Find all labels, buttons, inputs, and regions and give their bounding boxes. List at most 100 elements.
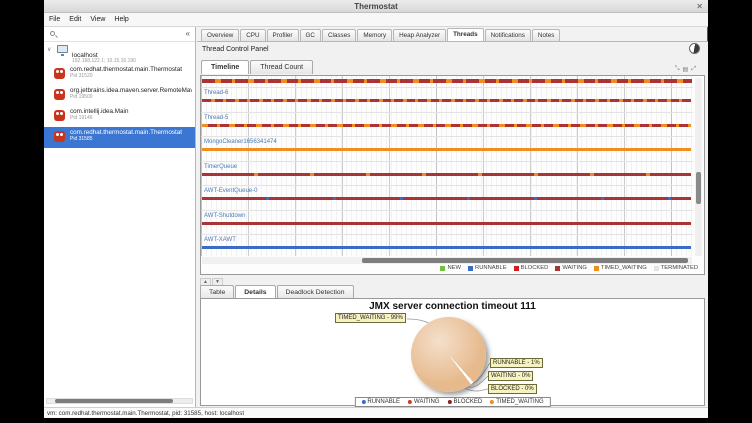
- callout-blocked: BLOCKED - 0%: [488, 384, 537, 394]
- thread-row: Thread-6: [201, 87, 693, 111]
- legend-item: WAITING: [555, 265, 587, 271]
- legend-swatch-blocked: [514, 266, 519, 271]
- tree-item-host[interactable]: ∨ localhost: [44, 43, 195, 59]
- title-bar[interactable]: Thermostat ✕: [44, 0, 708, 13]
- thread-state-pie-chart: [411, 317, 486, 392]
- tab-classes[interactable]: Classes: [322, 29, 356, 41]
- thread-subtabs: Timeline Thread Count: [201, 60, 313, 74]
- search-icon: [50, 31, 55, 36]
- scrollbar-thumb[interactable]: [362, 258, 688, 263]
- timeline-horizontal-scrollbar[interactable]: [202, 257, 692, 264]
- host-icon: [57, 45, 68, 53]
- timeline-grid: Thread-6 Thread-5 MongoCleaner1656341474…: [201, 76, 693, 256]
- legend-item: BLOCKED: [514, 265, 549, 271]
- thread-row: TimerQueue: [201, 161, 693, 185]
- thread-name-link[interactable]: AWT-XAWT: [204, 237, 236, 243]
- legend-dot-runnable: [361, 400, 365, 404]
- thread-timeline-chart[interactable]: Thread-6 Thread-5 MongoCleaner1656341474…: [200, 75, 705, 275]
- tab-memory[interactable]: Memory: [357, 29, 392, 41]
- vm-name: com.intellij.idea.Main: [70, 108, 192, 115]
- menu-help[interactable]: Help: [114, 16, 128, 23]
- thread-state-line: [202, 124, 691, 127]
- tab-overview[interactable]: Overview: [201, 29, 239, 41]
- menu-view[interactable]: View: [90, 16, 105, 23]
- legend-dot-waiting: [408, 400, 412, 404]
- tab-heap-analyzer[interactable]: Heap Analyzer: [393, 29, 446, 41]
- tab-threads[interactable]: Threads: [447, 28, 484, 41]
- subtab-timeline[interactable]: Timeline: [201, 60, 249, 74]
- tree-item-vm[interactable]: com.redhat.thermostat.main.Thermostat Pi…: [44, 64, 195, 85]
- legend-item: TIMED_WAITING: [490, 399, 543, 405]
- vm-name: com.redhat.thermostat.main.Thermostat: [70, 129, 192, 136]
- threads-panel: Thread Control Panel Timeline Thread Cou…: [197, 41, 708, 407]
- tab-notifications[interactable]: Notifications: [485, 29, 531, 41]
- subtab-thread-count[interactable]: Thread Count: [250, 60, 313, 74]
- timeline-vertical-scrollbar[interactable]: [695, 78, 702, 256]
- vm-pid: Pid 31520: [70, 73, 195, 79]
- legend-dot-blocked: [448, 400, 452, 404]
- timeline-toolbar: ⤡ ▤ ⤢: [675, 66, 696, 73]
- thread-name-link[interactable]: AWT-Shutdown: [204, 213, 245, 219]
- vm-icon: [54, 68, 65, 79]
- scrollbar-thumb[interactable]: [696, 172, 701, 204]
- tab-table[interactable]: Table: [200, 285, 234, 299]
- collapse-sidebar-icon[interactable]: «: [186, 29, 190, 38]
- callout-runnable: RUNNABLE - 1%: [490, 358, 543, 368]
- legend-dot-timed-waiting: [490, 400, 494, 404]
- thread-state-line: [202, 197, 691, 200]
- callout-waiting: WAITING - 0%: [488, 371, 533, 381]
- thread-row: MongoCleaner1656341474: [201, 136, 693, 160]
- menu-file[interactable]: File: [49, 16, 60, 23]
- vm-name: com.redhat.thermostat.main.Thermostat: [70, 66, 192, 73]
- scrollbar-thumb[interactable]: [55, 399, 173, 403]
- host-vm-tree-panel: « ∨ localhost 192.168.122.1; 10.15.16.19…: [44, 27, 196, 407]
- host-name: localhost: [72, 52, 98, 59]
- close-icon[interactable]: ✕: [696, 2, 703, 11]
- monitor-toggle-icon[interactable]: [689, 43, 700, 54]
- thread-state-line: [202, 246, 691, 249]
- thread-name-link[interactable]: TimerQueue: [204, 164, 237, 170]
- host-vm-tree: ∨ localhost 192.168.122.1; 10.15.16.190 …: [44, 43, 195, 148]
- tab-deadlock-detection[interactable]: Deadlock Detection: [277, 285, 354, 299]
- tree-item-vm[interactable]: com.intellij.idea.Main Pid 19146: [44, 106, 195, 127]
- thermostat-window: Thermostat ✕ File Edit View Help « ∨ loc…: [44, 0, 708, 418]
- legend-item: TERMINATED: [654, 265, 698, 271]
- thread-row: AWT-EventQueue-0: [201, 185, 693, 209]
- tab-details[interactable]: Details: [235, 285, 275, 299]
- thread-name-link[interactable]: AWT-EventQueue-0: [204, 188, 257, 194]
- thread-name-link[interactable]: Thread-5: [204, 115, 228, 121]
- tree-search-bar[interactable]: «: [44, 27, 195, 42]
- timeline-grid-icon[interactable]: ▤: [683, 66, 689, 73]
- legend-swatch-waiting: [555, 266, 560, 271]
- timeline-collapse-icon[interactable]: ⤡: [675, 66, 680, 73]
- tab-notes[interactable]: Notes: [532, 29, 560, 41]
- tab-cpu[interactable]: CPU: [240, 29, 265, 41]
- thread-detail-tabs: Table Details Deadlock Detection: [200, 285, 354, 299]
- vm-pid: Pid 19500: [70, 94, 195, 100]
- vm-view-tabs: Overview CPU Profiler GC Classes Memory …: [198, 27, 708, 41]
- vm-name: org.jetbrains.idea.maven.server.RemoteMa…: [70, 87, 192, 94]
- pie-legend: RUNNABLE WAITING BLOCKED TIMED_WAITING: [354, 397, 550, 407]
- thread-name-link[interactable]: Thread-6: [204, 90, 228, 96]
- vm-pid: Pid 19146: [70, 115, 195, 121]
- thread-state-line: [202, 148, 691, 151]
- timeline-expand-icon[interactable]: ⤢: [691, 66, 696, 73]
- legend-item: RUNNABLE: [361, 399, 400, 405]
- tab-gc[interactable]: GC: [300, 29, 321, 41]
- callout-timed-waiting: TIMED_WAITING - 99%: [335, 313, 406, 323]
- thread-name-link[interactable]: MongoCleaner1656341474: [204, 139, 277, 145]
- window-title: Thermostat: [354, 2, 398, 11]
- vm-icon: [54, 110, 65, 121]
- vm-pid: Pid 31585: [70, 136, 195, 142]
- tree-item-vm[interactable]: org.jetbrains.idea.maven.server.RemoteMa…: [44, 85, 195, 106]
- legend-item: RUNNABLE: [468, 265, 507, 271]
- expander-caret-icon[interactable]: ∨: [47, 46, 51, 53]
- legend-item: BLOCKED: [448, 399, 483, 405]
- pie-chart-title: JMX server connection timeout 111: [201, 301, 704, 312]
- tree-item-vm-selected[interactable]: com.redhat.thermostat.main.Thermostat Pi…: [44, 127, 195, 148]
- sidebar-horizontal-scrollbar[interactable]: [46, 398, 193, 404]
- thread-state-line: [202, 222, 691, 225]
- tab-profiler[interactable]: Profiler: [267, 29, 299, 41]
- menu-edit[interactable]: Edit: [69, 16, 81, 23]
- vm-icon: [54, 131, 65, 142]
